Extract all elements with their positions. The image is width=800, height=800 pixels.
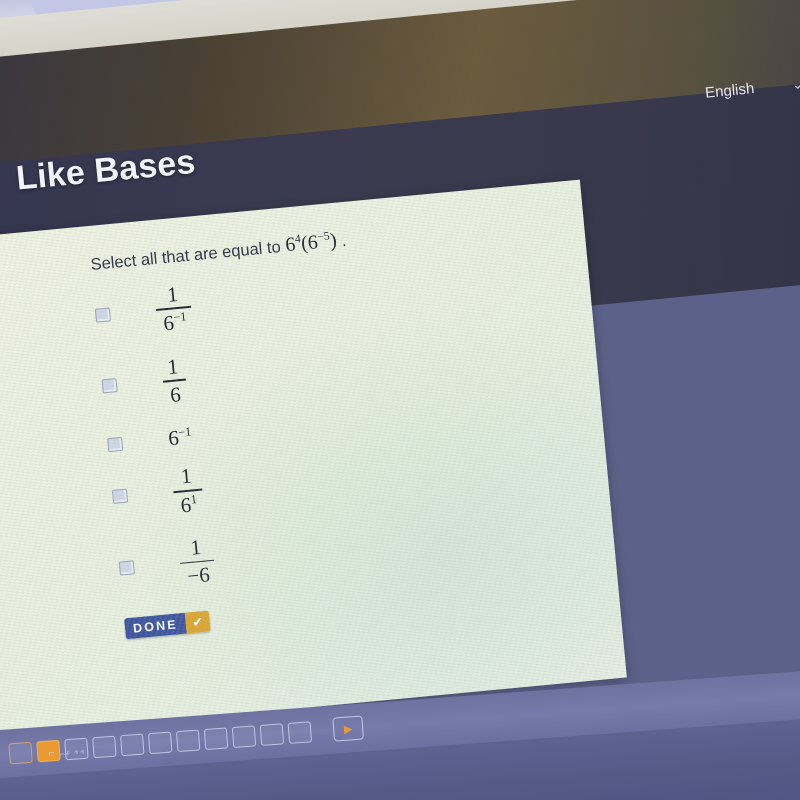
- denominator: −6: [186, 562, 211, 589]
- checkbox-option-2[interactable]: [101, 378, 118, 394]
- page-indicator-8[interactable]: [203, 726, 229, 750]
- question-expression: 64(6−5): [284, 229, 338, 257]
- option-value-5: 1 −6: [152, 534, 217, 591]
- checkbox-option-1[interactable]: [94, 306, 112, 323]
- check-icon: ✔: [184, 610, 211, 634]
- option-value-3: 6−1: [141, 425, 193, 455]
- chevron-down-icon: ⌄: [791, 75, 800, 92]
- numerator: 1: [189, 535, 203, 560]
- question-text: Select all that are equal to: [89, 237, 282, 274]
- power-expression: 6−1: [167, 424, 192, 451]
- done-button[interactable]: DONE ✔: [124, 610, 211, 640]
- denominator: 6−1: [162, 309, 188, 336]
- option-value-1: 1 6−1: [128, 280, 194, 337]
- checkbox-option-5[interactable]: [118, 560, 135, 576]
- page-indicator-4[interactable]: [92, 735, 117, 758]
- option-value-2: 1 6: [135, 353, 188, 409]
- option-value-4: 1 61: [145, 463, 204, 520]
- question-panel: Select all that are equal to 64(6−5) . 1…: [0, 179, 627, 749]
- page-indicator-5[interactable]: [120, 733, 145, 756]
- page-indicator-6[interactable]: [147, 731, 173, 754]
- page-title: Like Bases: [14, 142, 197, 198]
- checkbox-option-4[interactable]: [111, 488, 129, 505]
- numerator: 1: [179, 463, 193, 489]
- done-button-label: DONE: [124, 612, 187, 640]
- page-indicator-10[interactable]: [259, 722, 285, 746]
- denominator: 61: [179, 491, 198, 518]
- numerator: 1: [166, 353, 180, 379]
- next-page-button[interactable]: ▶: [332, 715, 365, 742]
- denominator: 6: [169, 381, 182, 407]
- page-indicator-1[interactable]: [8, 741, 33, 764]
- numerator: 1: [166, 281, 179, 307]
- checkbox-option-3[interactable]: [107, 436, 124, 453]
- page-indicator-9[interactable]: [231, 724, 257, 748]
- question-period: .: [340, 231, 348, 250]
- page-indicator-11[interactable]: [287, 720, 313, 744]
- photographed-screen: ☆ G English ⌄ Like Bases Select all that…: [0, 0, 800, 800]
- page-indicator-7[interactable]: [175, 728, 201, 752]
